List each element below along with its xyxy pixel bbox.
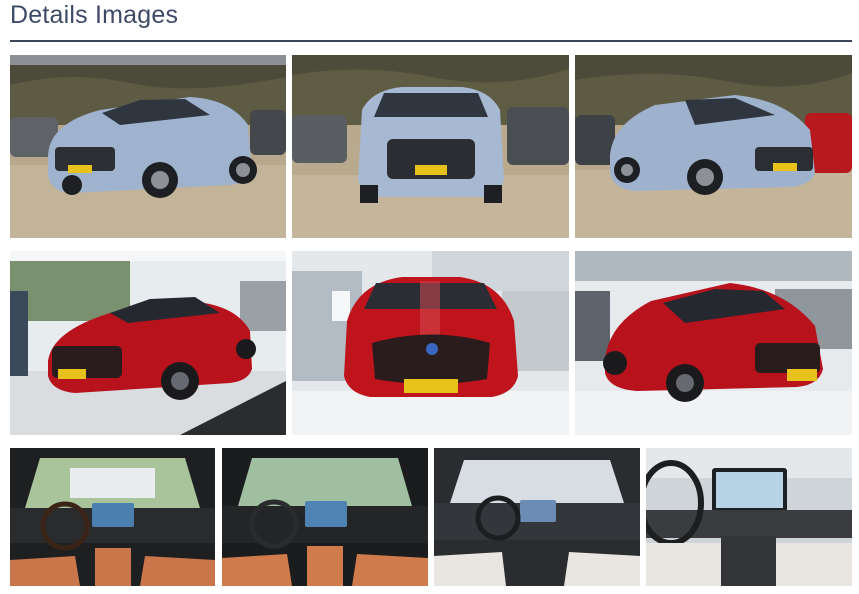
gallery-image-blue-suv-front-right[interactable] bbox=[575, 55, 852, 238]
gallery-image-interior-orange-1[interactable] bbox=[10, 448, 215, 586]
section-title: Details Images bbox=[10, 1, 179, 29]
gallery-image-blue-suv-front[interactable] bbox=[292, 55, 569, 238]
gallery-image-interior-white[interactable] bbox=[434, 448, 640, 586]
gallery-image-interior-orange-2[interactable] bbox=[222, 448, 428, 586]
gallery-image-red-suv-front-right[interactable] bbox=[575, 251, 852, 435]
gallery-image-red-suv-front-left[interactable] bbox=[10, 251, 286, 435]
gallery-image-red-suv-front[interactable] bbox=[292, 251, 569, 435]
gallery-image-interior-white-closeup[interactable] bbox=[646, 448, 852, 586]
gallery-image-blue-suv-front-left[interactable] bbox=[10, 55, 286, 238]
details-images-section: Details Images bbox=[0, 0, 859, 594]
title-divider bbox=[10, 40, 852, 42]
